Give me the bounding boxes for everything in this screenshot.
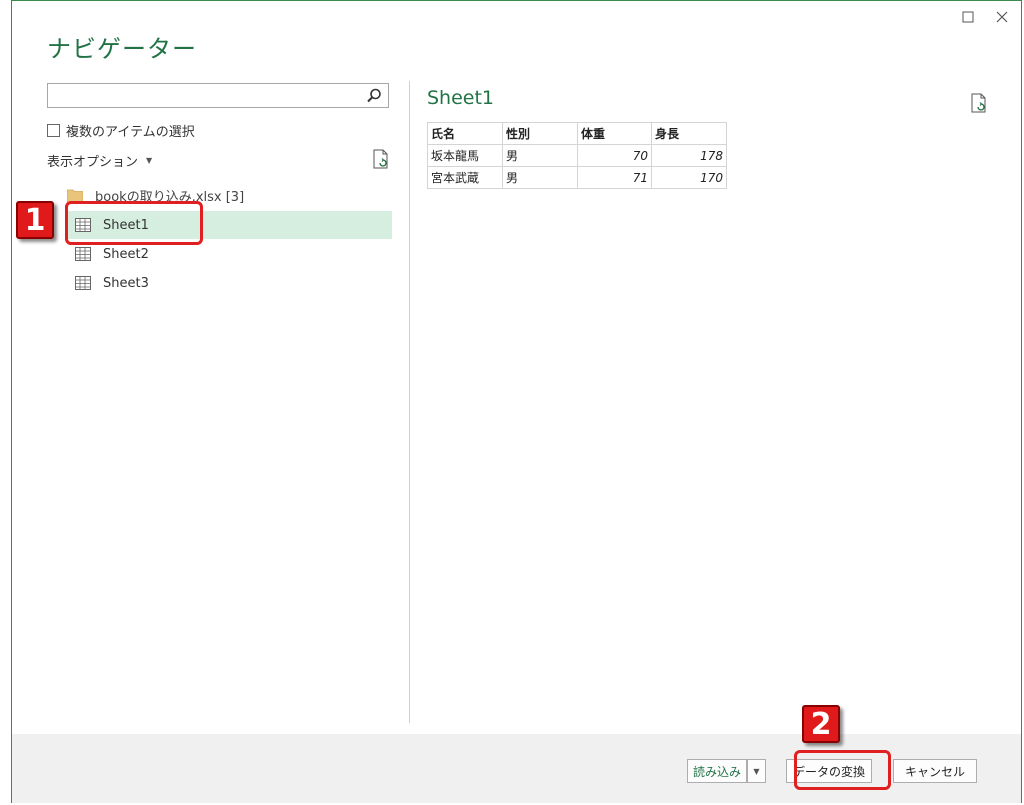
panel-divider[interactable] bbox=[409, 81, 410, 723]
table-icon bbox=[75, 276, 91, 290]
search-box[interactable] bbox=[47, 83, 389, 108]
step-badge-1: 1 bbox=[16, 201, 54, 239]
maximize-icon[interactable] bbox=[958, 7, 978, 27]
callout-highlight-sheet1 bbox=[65, 201, 203, 245]
table-header-row: 氏名 性別 体重 身長 bbox=[427, 122, 727, 145]
column-header: 性別 bbox=[502, 122, 578, 145]
load-options-dropdown[interactable]: ▼ bbox=[747, 759, 766, 783]
table-row: 坂本龍馬 男 70 178 bbox=[427, 144, 727, 167]
table-cell: 71 bbox=[577, 166, 652, 189]
load-button[interactable]: 読み込み bbox=[687, 759, 747, 783]
column-header: 氏名 bbox=[427, 122, 503, 145]
table-cell: 男 bbox=[502, 144, 578, 167]
refresh-preview-icon[interactable] bbox=[970, 93, 988, 113]
preview-table: 氏名 性別 体重 身長 坂本龍馬 男 70 178 宮本武蔵 男 71 170 bbox=[427, 122, 727, 189]
preview-title: Sheet1 bbox=[427, 87, 495, 109]
dialog-title: ナビゲーター bbox=[47, 35, 197, 63]
table-cell: 坂本龍馬 bbox=[427, 144, 503, 167]
display-options-dropdown[interactable]: 表示オプション ▼ bbox=[47, 151, 152, 170]
table-cell: 宮本武蔵 bbox=[427, 166, 503, 189]
multi-select-label: 複数のアイテムの選択 bbox=[66, 125, 195, 140]
tree-item-label: Sheet3 bbox=[103, 275, 149, 291]
step-badge-2: 2 bbox=[802, 705, 840, 743]
display-options-label: 表示オプション bbox=[47, 155, 139, 170]
navigator-dialog: ナビゲーター 複数のアイテムの選択 表示オプション ▼ bookの取り込み.xl… bbox=[11, 0, 1022, 803]
column-header: 身長 bbox=[651, 122, 727, 145]
chevron-down-icon: ▼ bbox=[146, 156, 153, 165]
close-icon[interactable] bbox=[992, 7, 1012, 27]
tree-item-sheet3[interactable]: Sheet3 bbox=[67, 269, 392, 297]
multi-select-option[interactable]: 複数のアイテムの選択 bbox=[47, 121, 195, 140]
cancel-button[interactable]: キャンセル bbox=[893, 759, 977, 783]
table-cell: 男 bbox=[502, 166, 578, 189]
search-icon[interactable] bbox=[365, 87, 383, 105]
search-input[interactable] bbox=[52, 85, 366, 108]
multi-select-checkbox[interactable] bbox=[47, 124, 60, 137]
table-row: 宮本武蔵 男 71 170 bbox=[427, 166, 727, 189]
table-cell: 178 bbox=[651, 144, 727, 167]
table-cell: 170 bbox=[651, 166, 727, 189]
table-cell: 70 bbox=[577, 144, 652, 167]
chevron-down-icon: ▼ bbox=[753, 766, 760, 776]
table-icon bbox=[75, 247, 91, 261]
tree-item-label: Sheet2 bbox=[103, 246, 149, 262]
column-header: 体重 bbox=[577, 122, 652, 145]
callout-highlight-transform bbox=[794, 750, 891, 790]
refresh-icon[interactable] bbox=[372, 149, 390, 169]
